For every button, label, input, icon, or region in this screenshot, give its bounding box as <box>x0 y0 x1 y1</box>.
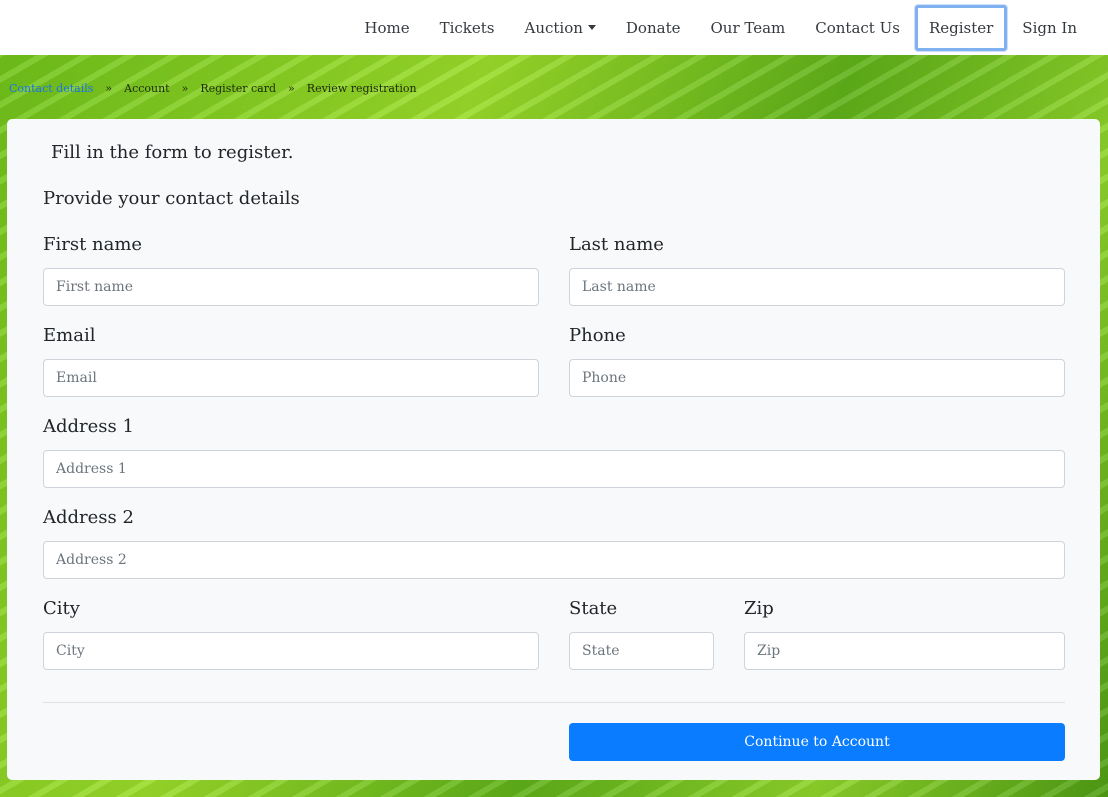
nav-tickets-link[interactable]: Tickets <box>425 9 510 47</box>
nav-our-team-link[interactable]: Our Team <box>695 9 800 47</box>
caret-down-icon <box>587 24 596 30</box>
address1-label: Address 1 <box>43 416 134 437</box>
zip-input[interactable] <box>744 632 1065 670</box>
zip-label: Zip <box>744 598 774 619</box>
nav-auction-dropdown[interactable]: Auction <box>509 9 610 47</box>
continue-to-account-button[interactable]: Continue to Account <box>569 723 1065 761</box>
nav-sign-in-label: Sign In <box>1022 18 1077 37</box>
nav-contact-us-link[interactable]: Contact Us <box>800 9 915 47</box>
nav-home-label: Home <box>364 18 410 37</box>
state-label: State <box>569 598 618 619</box>
address2-input[interactable] <box>43 541 1065 579</box>
nav-sign-in-link[interactable]: Sign In <box>1007 9 1092 47</box>
breadcrumb: Contact details » Account » Register car… <box>9 82 417 95</box>
section-title: Provide your contact details <box>43 188 300 209</box>
form-intro-text: Fill in the form to register. <box>51 142 294 163</box>
first-name-input[interactable] <box>43 268 539 306</box>
city-input[interactable] <box>43 632 539 670</box>
email-label: Email <box>43 325 96 346</box>
form-divider <box>43 702 1065 703</box>
breadcrumb-separator: » <box>105 82 113 95</box>
nav-tickets-label: Tickets <box>439 18 495 37</box>
city-label: City <box>43 598 80 619</box>
breadcrumb-contact-details-link[interactable]: Contact details <box>9 82 93 95</box>
first-name-label: First name <box>43 234 143 255</box>
nav-menu: Home Tickets Auction Donate Our Team Con… <box>349 0 1092 55</box>
breadcrumb-separator: » <box>288 82 295 95</box>
nav-donate-link[interactable]: Donate <box>611 9 696 47</box>
phone-input[interactable] <box>569 359 1065 397</box>
nav-auction-label: Auction <box>524 18 583 37</box>
nav-donate-label: Donate <box>625 18 681 37</box>
nav-our-team-label: Our Team <box>710 18 786 37</box>
nav-home-link[interactable]: Home <box>349 9 424 47</box>
breadcrumb-account: Account <box>124 82 170 95</box>
registration-form-card: Fill in the form to register. Provide yo… <box>7 119 1100 780</box>
email-input[interactable] <box>43 359 539 397</box>
phone-label: Phone <box>569 325 626 346</box>
address2-label: Address 2 <box>43 507 134 528</box>
breadcrumb-review-registration: Review registration <box>306 82 417 95</box>
nav-contact-us-label: Contact Us <box>815 18 900 37</box>
nav-register-link[interactable]: Register <box>914 4 1008 51</box>
breadcrumb-register-card: Register card <box>200 82 277 95</box>
last-name-label: Last name <box>569 234 664 255</box>
nav-register-label: Register <box>928 18 994 37</box>
top-navbar: Home Tickets Auction Donate Our Team Con… <box>0 0 1108 55</box>
last-name-input[interactable] <box>569 268 1065 306</box>
state-input[interactable] <box>569 632 714 670</box>
address1-input[interactable] <box>43 450 1065 488</box>
breadcrumb-separator: » <box>181 82 189 95</box>
